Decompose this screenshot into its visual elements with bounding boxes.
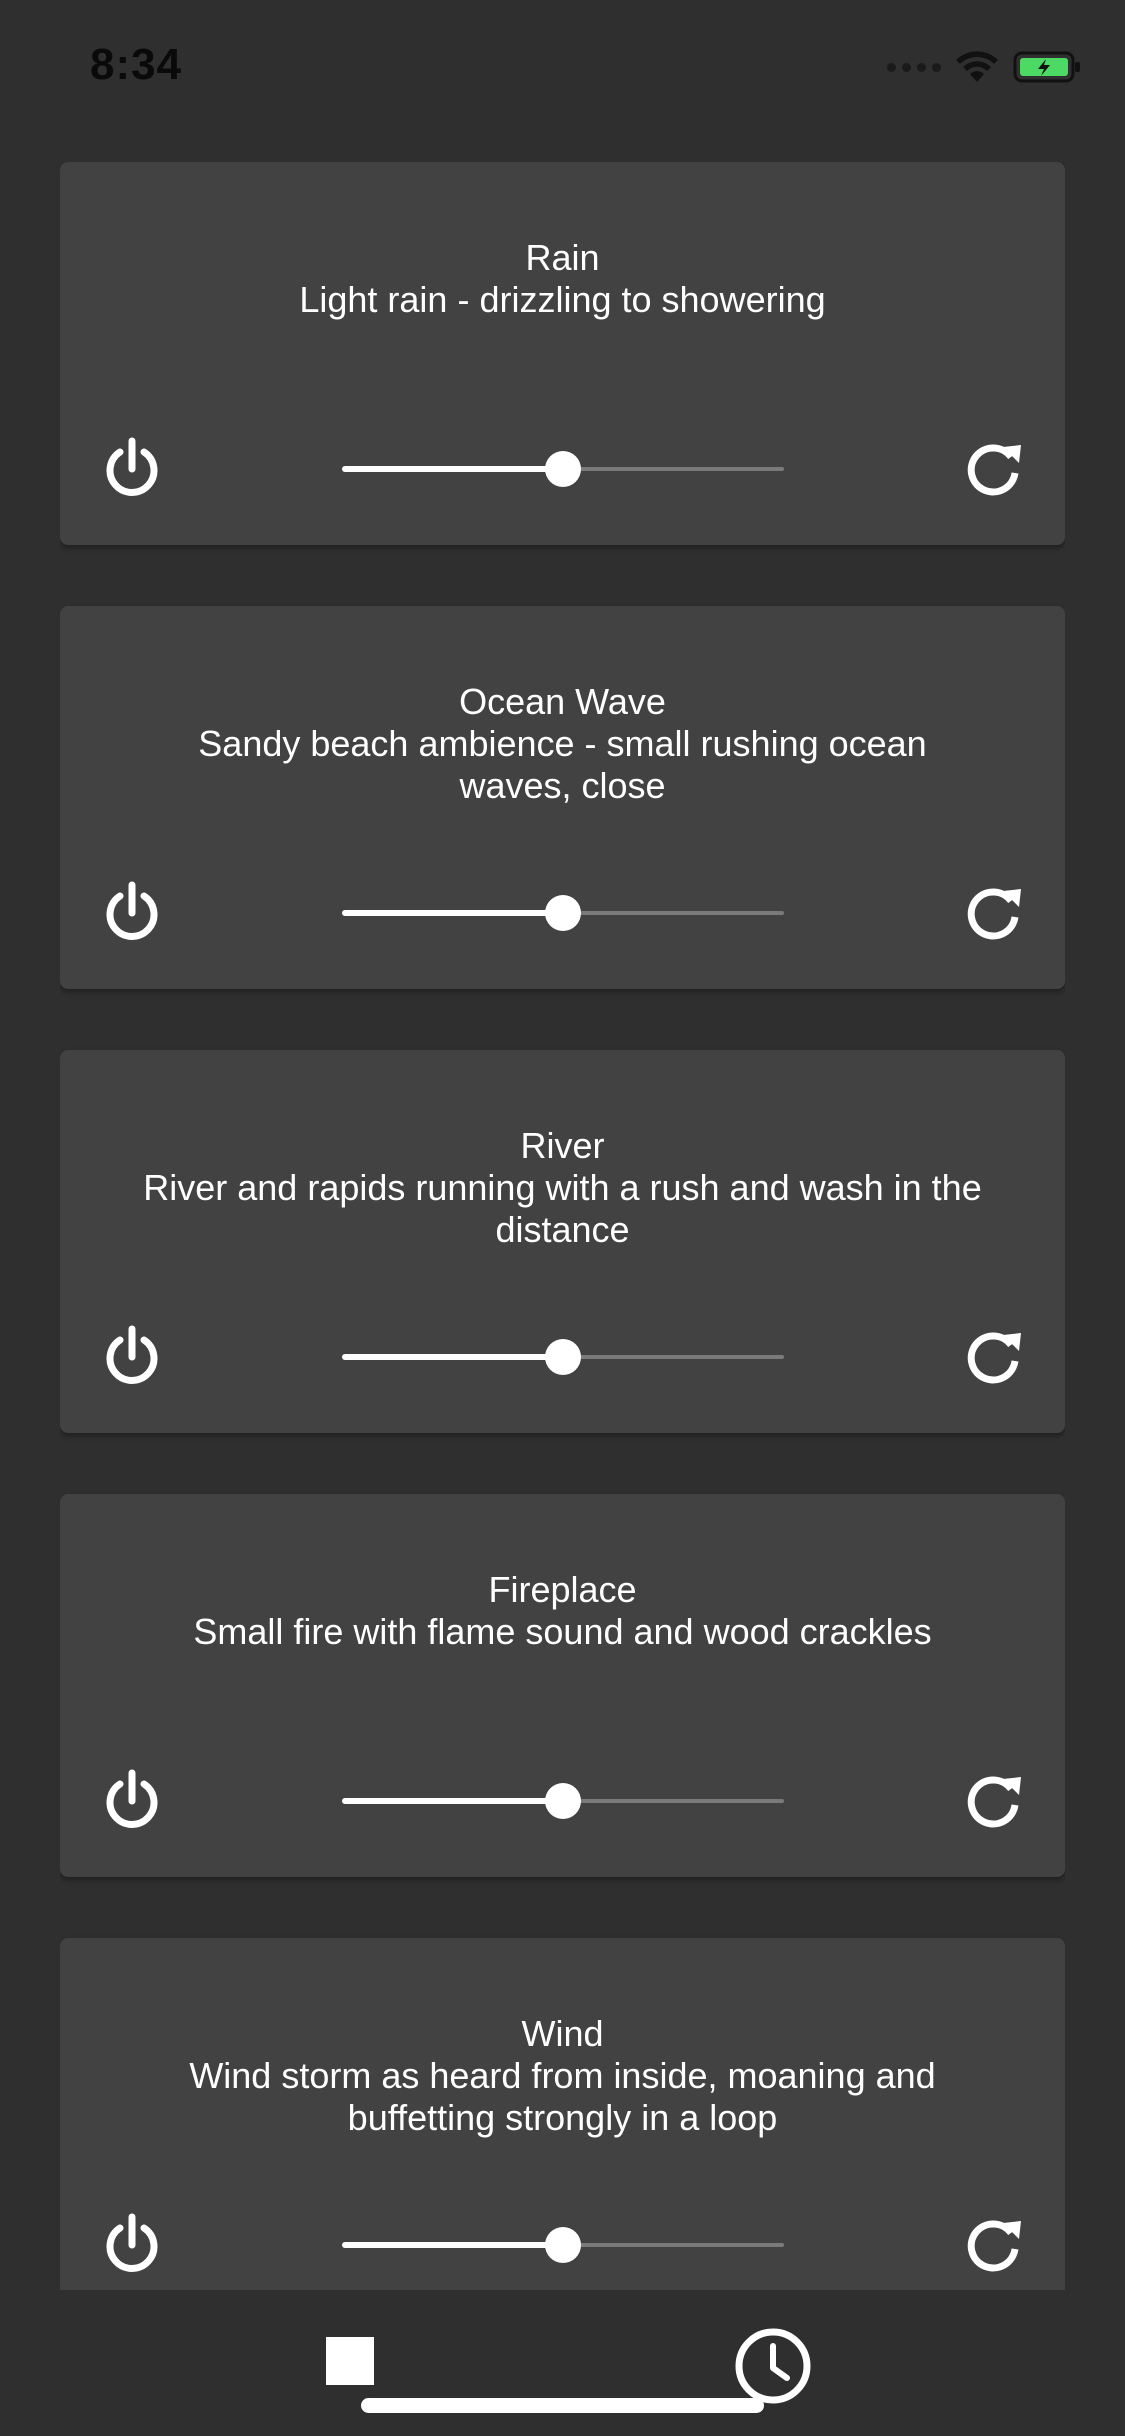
sound-title: River xyxy=(520,1125,605,1166)
sound-title: Rain xyxy=(525,237,600,278)
status-icons xyxy=(887,50,1083,84)
status-bar: 8:34 xyxy=(0,0,1125,140)
sound-card-river: River River and rapids running with a ru… xyxy=(60,1050,1065,1433)
slider-thumb[interactable] xyxy=(545,451,581,487)
battery-charging-icon xyxy=(1013,51,1080,83)
sound-list[interactable]: Rain Light rain - drizzling to showering… xyxy=(60,162,1065,2290)
sound-card-ocean-wave: Ocean Wave Sandy beach ambience - small … xyxy=(60,606,1065,989)
power-icon[interactable] xyxy=(96,877,168,949)
slider-fill xyxy=(342,2242,563,2248)
card-text: Ocean Wave Sandy beach ambience - small … xyxy=(140,681,985,807)
signal-dots-icon xyxy=(887,62,941,72)
wifi-icon xyxy=(956,51,998,82)
sound-card-wind: Wind Wind storm as heard from inside, mo… xyxy=(60,1938,1065,2290)
sound-card-rain: Rain Light rain - drizzling to showering xyxy=(60,162,1065,545)
volume-slider[interactable] xyxy=(342,1781,784,1821)
sound-description: Small fire with flame sound and wood cra… xyxy=(193,1611,932,1652)
sound-card-fireplace: Fireplace Small fire with flame sound an… xyxy=(60,1494,1065,1877)
sound-title: Wind xyxy=(521,2013,604,2054)
slider-fill xyxy=(342,466,563,472)
card-text: Rain Light rain - drizzling to showering xyxy=(140,237,985,321)
card-text: Fireplace Small fire with flame sound an… xyxy=(140,1569,985,1653)
card-text: Wind Wind storm as heard from inside, mo… xyxy=(140,2013,985,2139)
stop-icon[interactable] xyxy=(326,2337,374,2385)
slider-thumb[interactable] xyxy=(545,895,581,931)
volume-slider[interactable] xyxy=(342,893,784,933)
refresh-icon[interactable] xyxy=(957,1321,1029,1393)
refresh-icon[interactable] xyxy=(957,1765,1029,1837)
sound-description: River and rapids running with a rush and… xyxy=(143,1167,982,1250)
sound-description: Wind storm as heard from inside, moaning… xyxy=(189,2055,936,2138)
refresh-icon[interactable] xyxy=(957,877,1029,949)
power-icon[interactable] xyxy=(96,1765,168,1837)
slider-thumb[interactable] xyxy=(545,1339,581,1375)
power-icon[interactable] xyxy=(96,2209,168,2281)
sound-title: Ocean Wave xyxy=(459,681,666,722)
sound-title: Fireplace xyxy=(488,1569,637,1610)
refresh-icon[interactable] xyxy=(957,433,1029,505)
sound-description: Sandy beach ambience - small rushing oce… xyxy=(198,723,927,806)
card-text: River River and rapids running with a ru… xyxy=(140,1125,985,1251)
volume-slider[interactable] xyxy=(342,2225,784,2265)
home-indicator xyxy=(361,2398,764,2413)
status-time: 8:34 xyxy=(90,40,183,89)
slider-thumb[interactable] xyxy=(545,2227,581,2263)
refresh-icon[interactable] xyxy=(957,2209,1029,2281)
slider-thumb[interactable] xyxy=(545,1783,581,1819)
power-icon[interactable] xyxy=(96,433,168,505)
clock-icon[interactable] xyxy=(733,2326,813,2406)
volume-slider[interactable] xyxy=(342,449,784,489)
slider-fill xyxy=(342,1354,563,1360)
power-icon[interactable] xyxy=(96,1321,168,1393)
volume-slider[interactable] xyxy=(342,1337,784,1377)
slider-fill xyxy=(342,1798,563,1804)
sound-description: Light rain - drizzling to showering xyxy=(299,279,826,320)
bottom-bar xyxy=(0,2290,1125,2436)
slider-fill xyxy=(342,910,563,916)
